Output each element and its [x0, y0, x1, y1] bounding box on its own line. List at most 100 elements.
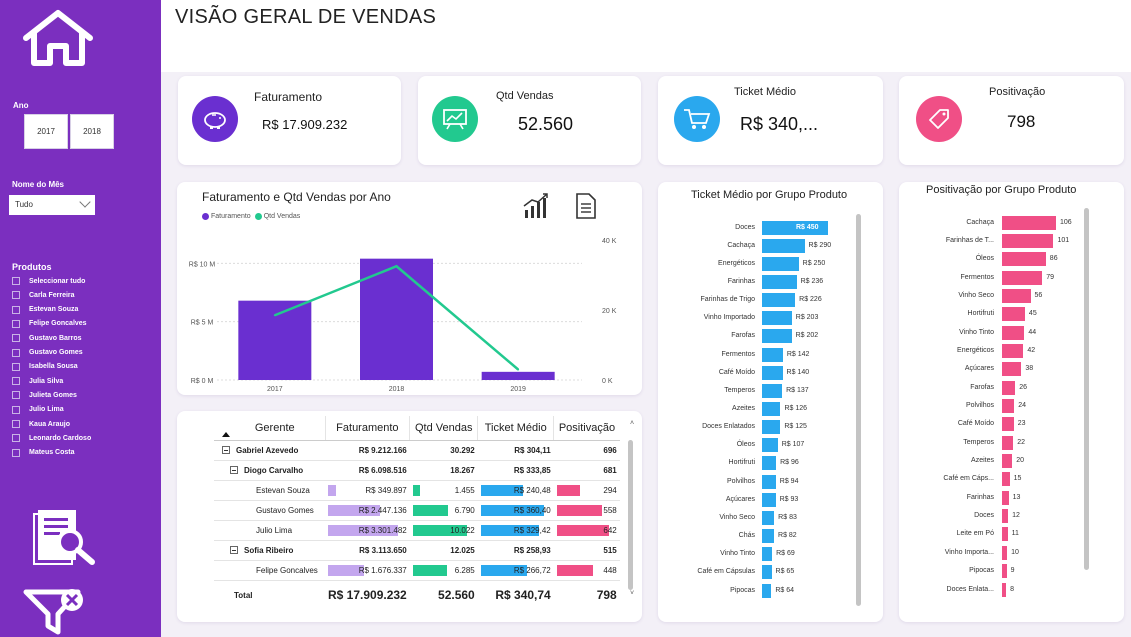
month-dropdown[interactable]: Tudo: [9, 195, 95, 215]
bar[interactable]: [762, 311, 792, 326]
header-positivacao[interactable]: Positivação: [553, 416, 620, 441]
collapse-icon[interactable]: [222, 446, 230, 455]
bar[interactable]: [762, 547, 773, 562]
bar[interactable]: [1002, 307, 1025, 322]
bar[interactable]: [762, 383, 783, 398]
chevron-up-icon[interactable]: ˄: [630, 420, 634, 427]
bar[interactable]: [762, 456, 777, 471]
produto-item[interactable]: Mateus Costa: [12, 448, 75, 458]
checkbox[interactable]: [12, 377, 20, 386]
header-qtd-vendas[interactable]: Qtd Vendas: [409, 416, 479, 441]
checkbox[interactable]: [12, 277, 20, 285]
bar[interactable]: [1002, 545, 1008, 560]
table-row[interactable]: Julio Lima R$ 3.301.482 10.022 R$ 329,42 642: [214, 520, 620, 541]
produto-item[interactable]: Estevan Souza: [12, 305, 78, 315]
bar[interactable]: [762, 583, 772, 598]
bar[interactable]: [762, 293, 796, 308]
checkbox[interactable]: [12, 405, 20, 414]
bar[interactable]: [762, 329, 792, 344]
header-faturamento[interactable]: Faturamento: [325, 416, 411, 441]
bar[interactable]: [1002, 362, 1022, 377]
kpi-value: R$ 17.909.232: [262, 117, 348, 132]
bar[interactable]: [1002, 325, 1025, 340]
bar[interactable]: [762, 510, 775, 525]
checkbox[interactable]: [12, 391, 20, 400]
table-row[interactable]: Diogo Carvalho R$ 6.098.516 18.267 R$ 333,8…: [214, 460, 620, 481]
bar[interactable]: [1002, 564, 1007, 579]
home-icon[interactable]: [20, 8, 96, 68]
produto-item[interactable]: Leonardo Cardoso: [12, 433, 91, 443]
produtos-label: Produtos: [12, 262, 52, 272]
header-gerente[interactable]: Gerente: [214, 416, 326, 441]
checkbox[interactable]: [12, 434, 20, 443]
checkbox[interactable]: [12, 420, 20, 428]
produto-item[interactable]: Julio Lima: [12, 405, 64, 415]
bar[interactable]: [762, 274, 797, 289]
bar[interactable]: [762, 474, 776, 489]
matrix-scroll-thumb[interactable]: [628, 440, 633, 590]
bar[interactable]: [1002, 435, 1014, 450]
ticket-scrollbar[interactable]: [856, 214, 861, 606]
chevron-down-icon[interactable]: ˅: [630, 590, 634, 597]
bar[interactable]: [762, 565, 772, 580]
table-row[interactable]: Felipe Goncalves R$ 1.676.337 6.285 R$ 266,…: [214, 560, 620, 581]
bar[interactable]: [1002, 509, 1009, 524]
bar[interactable]: [762, 365, 783, 380]
bar[interactable]: [1002, 417, 1014, 432]
produto-item[interactable]: Felipe Goncalves: [12, 319, 87, 329]
produto-item[interactable]: Julieta Gomes: [12, 390, 77, 400]
checkbox[interactable]: [12, 448, 20, 457]
bar[interactable]: [762, 529, 775, 544]
checkbox[interactable]: [12, 291, 20, 300]
produto-item[interactable]: Gustavo Gomes: [12, 348, 83, 358]
bar[interactable]: [762, 402, 781, 416]
year-2018-button[interactable]: 2018: [70, 114, 114, 149]
clear-filter-icon[interactable]: [22, 586, 98, 636]
collapse-icon[interactable]: [230, 466, 238, 475]
kpi-title: Ticket Médio: [734, 86, 796, 98]
produto-item[interactable]: Kaua Araujo: [12, 419, 70, 429]
header-ticket-medio[interactable]: Ticket Médio: [477, 416, 555, 441]
posit-scrollbar[interactable]: [1084, 208, 1089, 570]
report-search-icon[interactable]: [32, 500, 102, 568]
bar[interactable]: [762, 492, 776, 507]
bar[interactable]: [1002, 270, 1043, 285]
qtd-cell: 30.292: [409, 440, 478, 461]
bar[interactable]: [1002, 582, 1007, 597]
bar[interactable]: [1002, 343, 1024, 358]
bar[interactable]: [762, 347, 783, 362]
table-row[interactable]: Sofia Ribeiro R$ 3.113.650 12.025 R$ 258,93…: [214, 540, 620, 561]
bar[interactable]: [762, 420, 781, 435]
produto-item[interactable]: Carla Ferreira: [12, 290, 75, 300]
bar-category-label: Hortifruti: [728, 459, 755, 467]
checkbox[interactable]: [12, 319, 20, 328]
year-2017-button[interactable]: 2017: [24, 114, 68, 149]
table-row[interactable]: Estevan Souza R$ 349.897 1.455 R$ 240,48 294: [214, 480, 620, 501]
produto-item[interactable]: Gustavo Barros: [12, 333, 82, 343]
collapse-icon[interactable]: [230, 546, 238, 555]
produto-item[interactable]: Isabella Sousa: [12, 362, 78, 372]
bar[interactable]: [762, 238, 805, 253]
bar[interactable]: [1002, 454, 1013, 469]
checkbox[interactable]: [12, 305, 20, 314]
table-row[interactable]: Gabriel Azevedo R$ 9.212.166 30.292 R$ 304,…: [214, 440, 620, 461]
checkbox[interactable]: [12, 348, 20, 357]
produto-item[interactable]: Julia Silva: [12, 376, 63, 386]
bar[interactable]: [1002, 288, 1031, 303]
matrix-scrollbar[interactable]: ˄ ˅: [627, 420, 634, 602]
bar[interactable]: [1002, 527, 1008, 542]
table-row[interactable]: Gustavo Gomes R$ 2.447.136 6.790 R$ 360,40 5…: [214, 500, 620, 521]
checkbox[interactable]: [12, 334, 20, 343]
checkbox[interactable]: [12, 362, 20, 371]
bar[interactable]: [1002, 215, 1056, 230]
bar[interactable]: [1002, 380, 1016, 395]
bar[interactable]: [762, 438, 778, 453]
bar[interactable]: [1002, 233, 1054, 248]
produto-item[interactable]: Seleccionar tudo: [12, 276, 85, 286]
bar[interactable]: [1002, 399, 1015, 413]
bar[interactable]: [1002, 472, 1010, 487]
bar[interactable]: [1002, 252, 1046, 267]
bar[interactable]: [762, 256, 799, 271]
bar[interactable]: [1002, 490, 1009, 505]
tic-cell: R$ 240,48: [477, 480, 554, 501]
